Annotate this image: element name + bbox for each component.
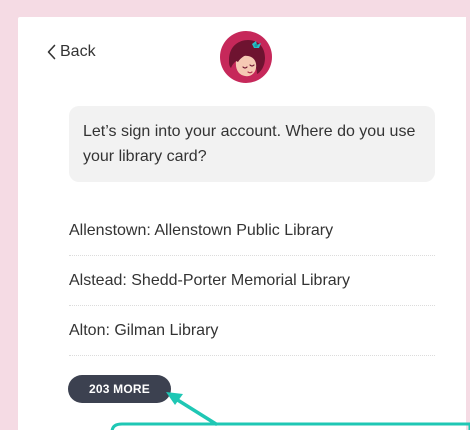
sign-in-panel: Back Let’s sign into your account. Where…	[18, 17, 466, 430]
back-label: Back	[60, 43, 96, 60]
library-label: Alton: Gilman Library	[69, 321, 219, 339]
prompt-bubble: Let’s sign into your account. Where do y…	[69, 106, 435, 182]
prompt-text: Let’s sign into your account. Where do y…	[83, 123, 416, 165]
library-list: Allenstown: Allenstown Public Library Al…	[69, 206, 435, 356]
show-more-button[interactable]: 203 MORE	[68, 375, 171, 403]
libby-logo-icon	[219, 30, 273, 84]
library-label: Allenstown: Allenstown Public Library	[69, 221, 334, 239]
library-label: Alstead: Shedd-Porter Memorial Library	[69, 271, 351, 289]
list-item[interactable]: Alstead: Shedd-Porter Memorial Library	[69, 256, 435, 306]
list-item[interactable]: Alton: Gilman Library	[69, 306, 435, 356]
back-button[interactable]: Back	[47, 43, 96, 61]
chevron-left-icon	[47, 44, 56, 60]
list-item[interactable]: Allenstown: Allenstown Public Library	[69, 206, 435, 256]
